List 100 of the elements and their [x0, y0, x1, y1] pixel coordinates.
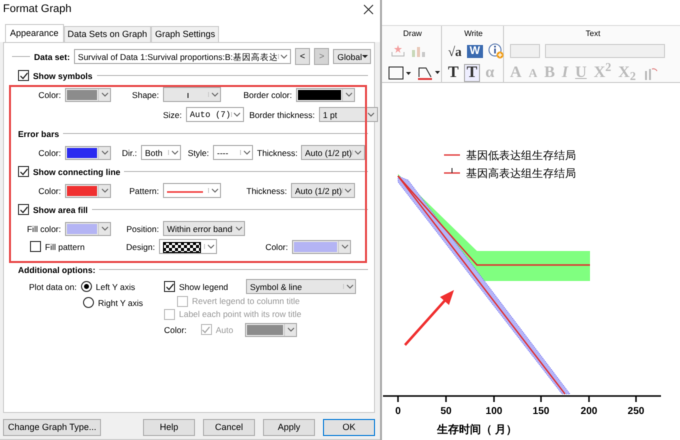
format-button[interactable]: T	[448, 65, 459, 81]
tick-label: 50	[440, 406, 452, 417]
caret-icon	[100, 226, 108, 232]
tick-label: 200	[580, 406, 598, 417]
caret-icon	[100, 92, 108, 98]
dialog-button[interactable]: Cancel	[203, 418, 255, 436]
field-label: Dir.:	[120, 148, 137, 158]
legend-label: 基因高表达组生存结局	[466, 168, 576, 180]
tab[interactable]: Appearance	[5, 24, 64, 42]
dropdown[interactable]: Auto (1/2 pt)	[291, 183, 355, 198]
field-label: Color:	[37, 148, 61, 158]
line-sample-icon	[167, 190, 203, 194]
field-label: Plot data on:	[29, 282, 77, 292]
pattern-dropdown[interactable]	[163, 183, 221, 198]
tab[interactable]: Data Sets on Graph	[64, 26, 152, 42]
field-label: Border thickness:	[248, 110, 315, 120]
caret-icon	[206, 244, 214, 250]
axis-title: 生存时间（ 月）	[436, 424, 518, 436]
dropdown[interactable]: Auto (1/2 pt)	[301, 145, 365, 160]
checkbox[interactable]	[18, 166, 29, 178]
section-title: Error bars	[18, 128, 60, 139]
caret-icon	[100, 188, 108, 194]
group-title: Write	[463, 29, 484, 39]
field-label: Thickness:	[245, 186, 287, 196]
rectangle-icon[interactable]	[388, 66, 412, 80]
radio-label: Right Y axis	[98, 298, 144, 308]
checkbox-label: Auto	[216, 324, 234, 335]
checkbox[interactable]	[30, 241, 41, 252]
caret-icon	[234, 226, 243, 232]
info-icon[interactable]	[488, 43, 504, 60]
caret-icon	[344, 188, 352, 194]
radio-button[interactable]	[80, 281, 92, 292]
caret-icon	[367, 112, 376, 118]
tab[interactable]: Graph Settings	[151, 26, 220, 42]
radio-button[interactable]	[83, 297, 94, 308]
color-dropdown[interactable]	[65, 222, 111, 236]
field-label: Data set:	[34, 52, 70, 62]
checkbox[interactable]	[164, 281, 175, 292]
checkbox-label: Show connecting line	[33, 166, 120, 177]
dropdown[interactable]: Symbol & line	[246, 279, 356, 294]
group-title: Text	[584, 29, 602, 39]
caret-icon	[280, 54, 288, 60]
caret-icon	[362, 55, 368, 58]
color-dropdown[interactable]	[292, 240, 351, 254]
checkbox[interactable]	[18, 70, 29, 82]
previous-button[interactable]: <	[294, 48, 310, 66]
dialog-button[interactable]: OK	[323, 418, 375, 436]
caret-icon	[354, 150, 362, 156]
field-label: Border color:	[242, 90, 292, 100]
legend-line-icon	[444, 154, 460, 156]
format-button[interactable]: T	[464, 64, 480, 82]
field-label: Color:	[264, 242, 288, 252]
color-dropdown[interactable]	[65, 146, 111, 160]
field-label: Pattern:	[128, 186, 159, 196]
caret-icon	[210, 92, 218, 98]
dropdown[interactable]: 1 pt	[318, 107, 378, 122]
symbol-icon	[184, 92, 190, 99]
field-label: Position:	[125, 224, 159, 234]
field-label: Color:	[37, 186, 61, 196]
color-dropdown[interactable]	[245, 322, 298, 337]
arrow	[404, 290, 454, 346]
radio-label: Left Y axis	[96, 282, 136, 292]
dialog-button[interactable]: Apply	[263, 418, 315, 436]
color-dropdown[interactable]	[65, 184, 111, 198]
dialog-button[interactable]: Help	[143, 418, 195, 436]
field-label: Fill color:	[26, 224, 61, 234]
caret-icon	[170, 150, 178, 156]
caret-icon	[340, 244, 348, 250]
data-set-dropdown[interactable]: Survival of Data 1:Survival proportions:B:基因高表达	[74, 49, 291, 64]
caret-icon	[210, 188, 218, 194]
format-button[interactable]: √a	[448, 44, 462, 58]
dropdown[interactable]: ----	[213, 145, 253, 160]
caret-icon	[100, 150, 108, 156]
field-label: Color:	[164, 324, 187, 335]
checkerboard-icon	[163, 242, 201, 253]
dialog-button[interactable]: Change Graph Type...	[3, 418, 102, 436]
scope-dropdown[interactable]: Global	[333, 49, 372, 64]
format-button[interactable]: W	[466, 44, 484, 58]
caret-icon	[344, 92, 352, 98]
tick-label: 0	[395, 406, 401, 417]
color-dropdown[interactable]	[65, 88, 111, 102]
dropdown[interactable]: Both	[141, 145, 181, 160]
field-label: Design:	[125, 242, 155, 252]
color-dropdown[interactable]	[296, 88, 355, 102]
caret-icon	[233, 112, 242, 118]
checkbox-label: Show legend	[179, 282, 228, 292]
fill-icon[interactable]	[417, 65, 441, 82]
window-title: Format Graph	[3, 3, 72, 17]
tick-label: 100	[486, 406, 502, 417]
dropdown[interactable]: Within error band	[163, 221, 246, 236]
checkbox-label: Revert legend to column title	[192, 296, 300, 306]
dropdown[interactable]: Auto (7)	[186, 107, 244, 122]
field-label: Color:	[37, 90, 61, 100]
design-dropdown[interactable]	[159, 239, 217, 254]
shape-dropdown[interactable]	[163, 87, 221, 102]
field-label: Thickness:	[257, 148, 297, 158]
caret-icon	[346, 284, 354, 290]
checkbox-label: Show symbols	[33, 70, 93, 81]
close-icon[interactable]	[363, 4, 374, 16]
checkbox[interactable]	[18, 204, 29, 216]
